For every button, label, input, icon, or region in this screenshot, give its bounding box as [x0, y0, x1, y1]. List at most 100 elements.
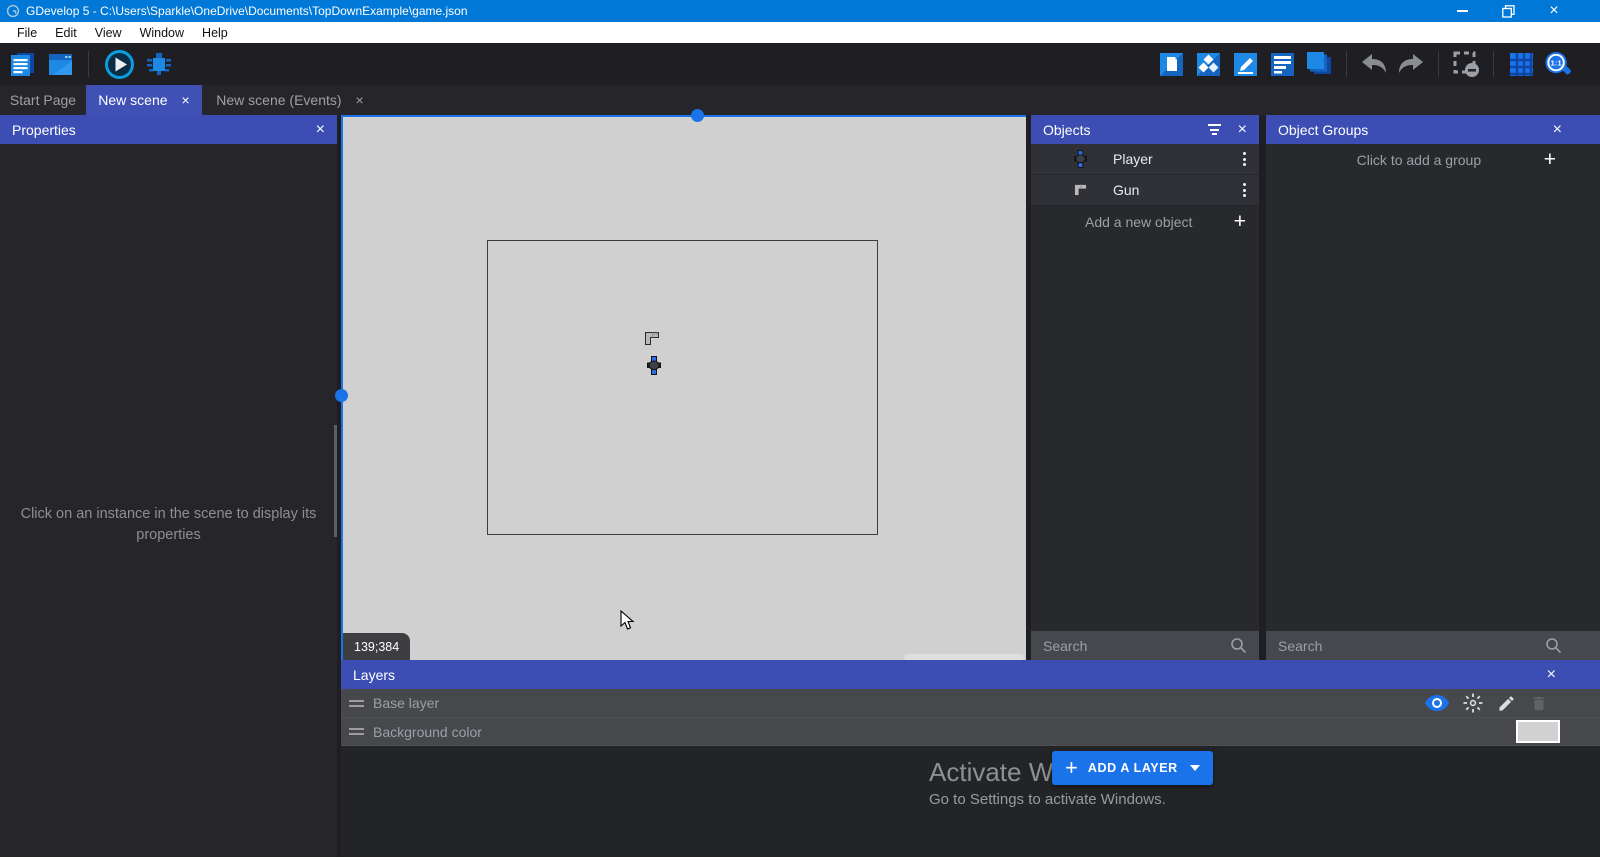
objects-search-input[interactable]: [1043, 638, 1230, 654]
object-groups-panel: Object Groups × Click to add a group +: [1266, 115, 1600, 660]
zoom-reset-button[interactable]: 1:1: [1544, 50, 1572, 78]
selection-mask-icon: [1452, 50, 1480, 78]
search-icon: [1545, 637, 1562, 654]
layers-panel-icon: [1305, 50, 1333, 78]
menu-edit[interactable]: Edit: [46, 22, 86, 43]
tab-close-icon[interactable]: ×: [356, 93, 364, 107]
properties-panel-icon: [1232, 51, 1259, 78]
object-row-player[interactable]: Player: [1031, 144, 1259, 175]
play-preview-button[interactable]: [103, 48, 135, 80]
object-groups-panel-icon: [1195, 51, 1222, 78]
menu-view[interactable]: View: [86, 22, 131, 43]
toggle-object-groups-panel-button[interactable]: [1194, 50, 1222, 78]
add-group-label: Click to add a group: [1266, 152, 1544, 168]
tab-new-scene-events[interactable]: New scene (Events) ×: [202, 85, 378, 115]
svg-text:1:1: 1:1: [1550, 58, 1562, 67]
window-title: GDevelop 5 - C:\Users\Sparkle\OneDrive\D…: [26, 4, 468, 18]
tab-new-scene[interactable]: New scene ×: [86, 85, 202, 115]
plus-icon: +: [1544, 149, 1556, 170]
panel-title: Properties: [12, 122, 316, 138]
redo-button[interactable]: [1397, 50, 1425, 78]
game-window-border: [487, 240, 878, 535]
toggle-layers-panel-button[interactable]: [1305, 50, 1333, 78]
menu-file[interactable]: File: [8, 22, 46, 43]
chevron-down-icon[interactable]: [1190, 765, 1200, 771]
window-resize-handle-left[interactable]: [335, 389, 348, 402]
gun-instance-sprite[interactable]: [644, 331, 660, 346]
toggle-instances-list-button[interactable]: [1268, 50, 1296, 78]
layer-name: Background color: [373, 724, 1516, 740]
debug-button[interactable]: [145, 50, 173, 78]
toggle-objects-panel-button[interactable]: [1157, 50, 1185, 78]
menu-help[interactable]: Help: [193, 22, 237, 43]
panel-title: Objects: [1043, 122, 1208, 138]
layer-effects-icon[interactable]: [1463, 693, 1483, 713]
layers-panel-background: Activate Windows Go to Settings to activ…: [341, 746, 1600, 857]
plus-icon: +: [1065, 757, 1078, 779]
object-groups-searchbar: [1266, 631, 1600, 660]
objects-panel-icon: [1158, 51, 1185, 78]
toggle-properties-panel-button[interactable]: [1231, 50, 1259, 78]
project-manager-button[interactable]: [8, 50, 36, 78]
cursor-coordinates-badge: 139;384: [343, 633, 410, 660]
tab-label: New scene (Events): [216, 92, 341, 108]
tab-label: Start Page: [10, 92, 76, 108]
layer-edit-pencil-icon[interactable]: [1497, 694, 1516, 713]
add-group-button[interactable]: Click to add a group +: [1266, 144, 1600, 175]
scrollbar-thumb[interactable]: [334, 425, 337, 537]
layer-name: Base layer: [373, 695, 1425, 711]
window-resize-handle-top[interactable]: [691, 109, 704, 122]
watermark-line2: Go to Settings to activate Windows.: [929, 791, 1166, 808]
close-panel-icon[interactable]: ×: [1238, 122, 1247, 138]
start-page-button[interactable]: [46, 50, 74, 78]
menu-window[interactable]: Window: [131, 22, 193, 43]
minimize-button[interactable]: [1454, 3, 1470, 19]
object-groups-search-input[interactable]: [1278, 638, 1545, 654]
project-manager-icon: [9, 51, 36, 78]
instances-list-icon: [1269, 51, 1296, 78]
window-icon: [47, 51, 74, 78]
objects-list-background: [1031, 237, 1259, 631]
toolbar: 1:1: [0, 43, 1600, 85]
tabbar: Start Page New scene × New scene (Events…: [0, 85, 1600, 115]
plus-icon: +: [1234, 211, 1246, 232]
player-instance-sprite[interactable]: [647, 356, 661, 375]
layer-row-background-color[interactable]: Background color: [341, 718, 1600, 746]
gun-object-icon: [1072, 183, 1089, 197]
toolbar-separator: [1493, 51, 1494, 77]
objects-header: Objects ×: [1031, 115, 1259, 144]
close-button[interactable]: ×: [1546, 3, 1562, 19]
toggle-grid-button[interactable]: [1507, 50, 1535, 78]
object-row-gun[interactable]: Gun: [1031, 175, 1259, 206]
workspace: Properties × Click on an instance in the…: [0, 115, 1600, 857]
debug-bug-icon: [145, 50, 173, 78]
menubar: File Edit View Window Help: [0, 22, 1600, 43]
layer-delete-trash-icon[interactable]: [1530, 694, 1548, 713]
toggle-mask-button[interactable]: [1452, 50, 1480, 78]
close-panel-icon[interactable]: ×: [1553, 122, 1562, 138]
close-panel-icon[interactable]: ×: [1547, 667, 1556, 683]
close-panel-icon[interactable]: ×: [316, 122, 325, 138]
restore-button[interactable]: [1500, 3, 1516, 19]
object-menu-icon[interactable]: [1243, 183, 1246, 197]
filter-icon[interactable]: [1208, 124, 1221, 135]
layers-panel: Layers × Base layer: [341, 660, 1600, 857]
properties-panel: Properties × Click on an instance in the…: [0, 115, 337, 857]
object-name: Player: [1113, 151, 1243, 167]
drag-handle-icon[interactable]: [349, 728, 364, 735]
undo-icon: [1360, 52, 1388, 76]
toolbar-separator: [1346, 51, 1347, 77]
add-layer-button[interactable]: + ADD A LAYER: [1052, 751, 1213, 785]
tab-close-icon[interactable]: ×: [182, 93, 190, 107]
tab-label: New scene: [98, 92, 167, 108]
object-groups-header: Object Groups ×: [1266, 115, 1600, 144]
layer-row-base[interactable]: Base layer: [341, 689, 1600, 718]
scene-canvas[interactable]: 139;384: [341, 115, 1026, 660]
add-new-object-button[interactable]: Add a new object +: [1031, 206, 1259, 237]
drag-handle-icon[interactable]: [349, 700, 364, 707]
background-color-swatch[interactable]: [1516, 720, 1560, 743]
object-menu-icon[interactable]: [1243, 152, 1246, 166]
tab-start-page[interactable]: Start Page: [0, 85, 86, 115]
layer-visibility-eye-icon[interactable]: [1425, 695, 1449, 711]
undo-button[interactable]: [1360, 50, 1388, 78]
